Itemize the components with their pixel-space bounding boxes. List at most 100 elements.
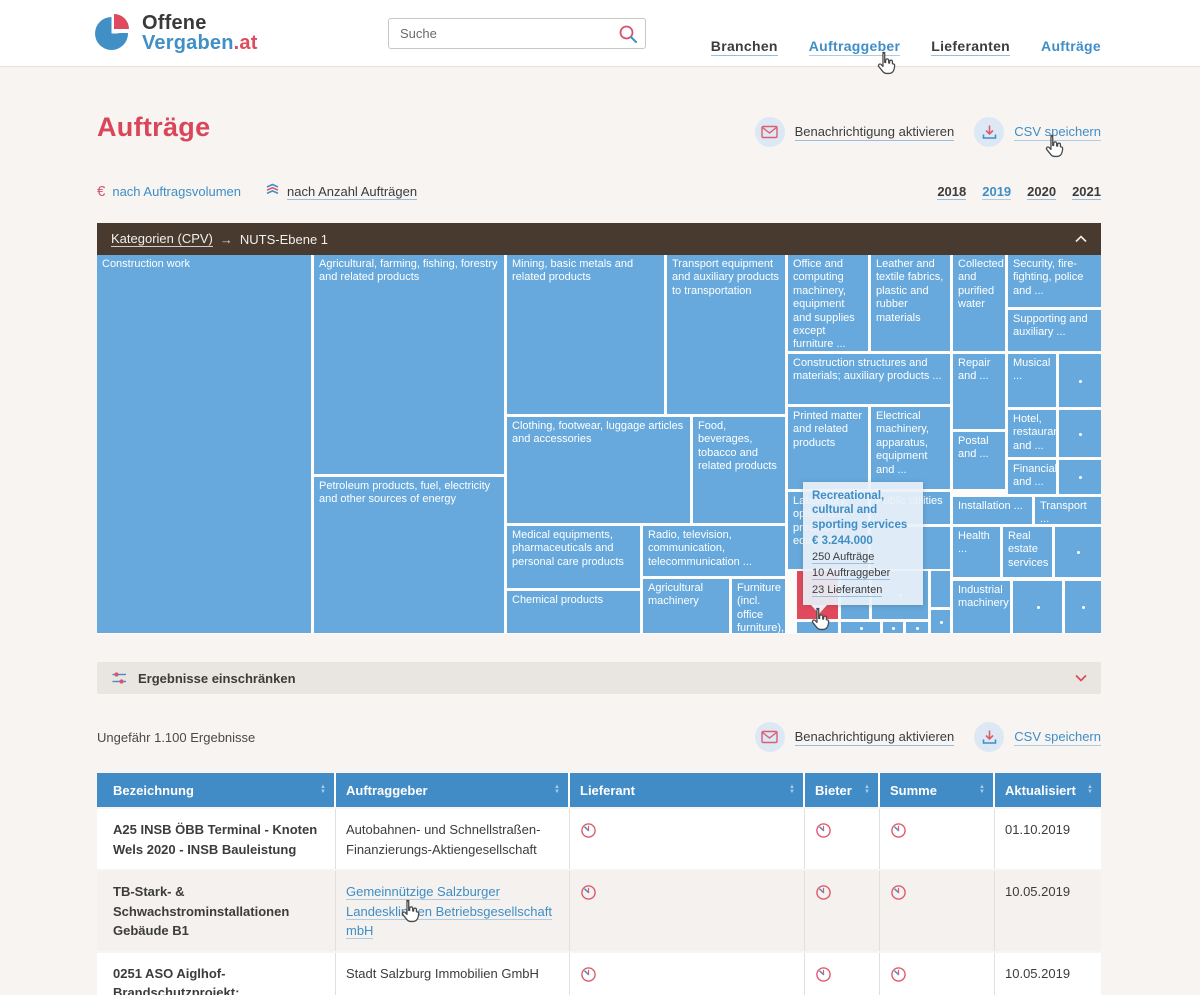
treemap-cell[interactable]: Printed matter and related products [788,407,868,489]
site-logo[interactable]: Offene Vergaben.at [95,13,258,54]
column-header-label: Bieter [815,783,852,798]
column-header-lieferant[interactable]: Lieferant▲▼ [570,773,805,807]
treemap-cell[interactable] [883,622,903,633]
treemap-cell[interactable]: Industrial machinery [953,581,1010,633]
treemap-cell-label: Financial and ... [1013,463,1056,488]
nav-item-auftraggeber[interactable]: Auftraggeber [809,38,901,56]
pending-clock-icon [815,966,832,983]
treemap-cell[interactable]: Clothing, footwear, luggage articles and… [507,417,690,523]
column-header-auftraggeber[interactable]: Auftraggeber▲▼ [336,773,570,807]
auftraggeber-link[interactable]: Gemeinnützige Salzburger Landeskliniken … [346,884,552,939]
csv-save-button[interactable]: CSV speichern [974,722,1101,752]
treemap-cell[interactable] [1059,460,1101,494]
treemap-cell[interactable]: Collected and purified water [953,255,1005,351]
notify-button[interactable]: Benachrichtigung aktivieren [755,117,955,147]
treemap-cell[interactable]: Petroleum products, fuel, electricity an… [314,477,504,633]
sort-icon[interactable]: ▲▼ [858,785,870,795]
main-nav: Branchen Auftraggeber Lieferanten Aufträge [711,38,1101,56]
results-count: Ungefähr 1.100 Ergebnisse [97,730,255,745]
treemap-cell[interactable] [841,622,880,633]
treemap-cell[interactable] [1055,527,1101,577]
treemap-cell[interactable] [1065,581,1101,633]
year-2018[interactable]: 2018 [937,184,966,200]
sort-icon[interactable]: ▲▼ [973,785,985,795]
cell-bezeichnung[interactable]: TB-Stark- & Schwachstrominstallationen G… [97,871,336,951]
treemap-cell[interactable]: Office and computing machinery, equipmen… [788,255,868,351]
treemap-cell[interactable]: Chemical products [507,591,640,633]
toggle-layers[interactable]: nach Anzahl Aufträgen [265,183,417,200]
treemap-cell-label: Health ... [958,530,990,555]
notify-button[interactable]: Benachrichtigung aktivieren [755,722,955,752]
tooltip-link[interactable]: 250 Aufträge [812,551,874,564]
treemap-cell[interactable]: Mining, basic metals and related product… [507,255,664,414]
tooltip-link[interactable]: 23 Lieferanten [812,584,882,597]
treemap-cell[interactable]: Agricultural machinery [643,579,729,633]
treemap-cell[interactable] [931,571,950,607]
nav-item-auftrge[interactable]: Aufträge [1041,38,1101,56]
treemap-cell[interactable]: Leather and textile fabrics, plastic and… [871,255,950,351]
tooltip-link[interactable]: 10 Auftraggeber [812,567,890,580]
pending-clock-icon [580,884,597,901]
treemap-cell[interactable] [906,622,928,633]
column-header-summe[interactable]: Summe▲▼ [880,773,995,807]
treemap-cell[interactable]: Agricultural, farming, fishing, forestry… [314,255,504,474]
treemap-cell[interactable] [1059,354,1101,407]
nav-item-branchen[interactable]: Branchen [711,38,778,56]
treemap-cell[interactable]: Financial and ... [1008,460,1056,494]
treemap-cell[interactable]: Furniture (incl. office furniture), ... [732,579,785,633]
treemap-cell[interactable]: Musical ... [1008,354,1056,407]
cell-bezeichnung[interactable]: A25 INSB ÖBB Terminal - Knoten Wels 2020… [97,809,336,869]
sort-icon[interactable]: ▲▼ [1081,785,1093,795]
search-icon[interactable] [617,23,639,45]
search-input[interactable] [388,18,646,49]
csv-save-button[interactable]: CSV speichern [974,117,1101,147]
treemap-cell[interactable] [1059,410,1101,457]
sort-icon[interactable]: ▲▼ [314,785,326,795]
cell-summe [880,871,995,951]
year-2019[interactable]: 2019 [982,184,1011,200]
year-2020[interactable]: 2020 [1027,184,1056,200]
column-header-bieter[interactable]: Bieter ▲▼ [805,773,880,807]
treemap-cell-dot [1079,476,1082,479]
treemap-cell[interactable]: Medical equipments, pharmaceuticals and … [507,526,640,588]
notify-label: Benachrichtigung aktivieren [795,729,955,746]
treemap-cell[interactable]: Radio, television, communication, teleco… [643,526,785,576]
csv-label: CSV speichern [1014,729,1101,746]
treemap-cell[interactable]: Security, fire-fighting, police and ... [1008,255,1101,307]
treemap-cell[interactable] [797,622,838,633]
column-header-aktualisiert[interactable]: Aktualisiert▲▼ [995,773,1101,807]
breadcrumb-cpv[interactable]: Kategorien (CPV) [111,231,213,247]
treemap-cell[interactable]: Food, beverages, tobacco and related pro… [693,417,785,523]
treemap-cell[interactable]: Transport equipment and auxiliary produc… [667,255,785,414]
toggle-euro[interactable]: €nach Auftragsvolumen [97,183,241,200]
sort-icon[interactable]: ▲▼ [783,785,795,795]
year-2021[interactable]: 2021 [1072,184,1101,200]
treemap-cell[interactable]: Health ... [953,527,1000,577]
cell-aktualisiert: 10.05.2019 [995,953,1101,995]
treemap-cell[interactable] [1013,581,1062,633]
breadcrumb-arrow: → [220,232,233,247]
treemap-cell-dot [860,627,863,630]
treemap-cell[interactable]: Repair and ... [953,354,1005,429]
sort-icon[interactable]: ▲▼ [548,785,560,795]
treemap-cell[interactable]: Transport ... [1035,497,1101,524]
column-header-bezeichnung[interactable]: Bezeichnung▲▼ [97,773,336,807]
treemap-cell[interactable]: Supporting and auxiliary ... [1008,310,1101,351]
pending-clock-icon [580,966,597,983]
treemap-cell[interactable]: Electrical machinery, apparatus, equipme… [871,407,950,489]
treemap-cell[interactable]: Real estate services [1003,527,1052,577]
treemap-cell-dot [1037,606,1040,609]
treemap-cell[interactable]: Construction structures and materials; a… [788,354,950,404]
treemap: Industrial machineryReal estate services… [97,255,1101,634]
nav-item-lieferanten[interactable]: Lieferanten [931,38,1010,56]
treemap-cell[interactable]: Construction work [97,255,311,633]
treemap-cell[interactable]: Installation ... [953,497,1032,524]
treemap-cell[interactable]: Hotel, restaurant and ... [1008,410,1056,457]
cell-bezeichnung[interactable]: 0251 ASO Aiglhof-Brandschutzprojekt; Bau… [97,953,336,995]
treemap-cell[interactable]: Postal and ... [953,432,1005,489]
treemap-cell-label: Clothing, footwear, luggage articles and… [512,420,683,445]
restrict-results-bar[interactable]: Ergebnisse einschränken [97,662,1101,694]
treemap-cell[interactable] [931,610,950,633]
treemap-cell-label: Musical ... [1013,357,1050,382]
treemap-collapse-button[interactable] [1075,235,1087,243]
